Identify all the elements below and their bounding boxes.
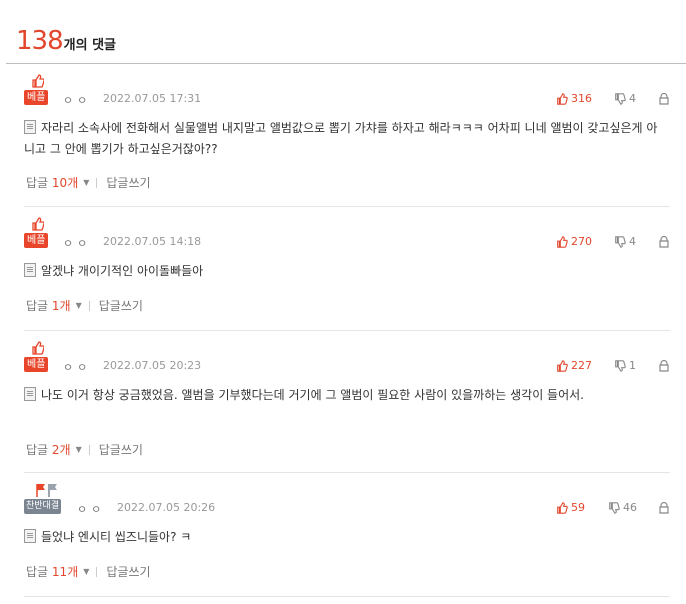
reply-toggle[interactable]: 답글 1개 [26, 297, 71, 314]
document-icon [24, 263, 36, 277]
comment-divider [24, 596, 670, 597]
like-button[interactable]: 227 [556, 359, 592, 372]
thumb-up-icon [557, 501, 568, 514]
comment-body: 알겠냐 개이기적인 아이돌빠들아 [24, 261, 664, 282]
document-icon [24, 120, 36, 134]
report-icon[interactable] [658, 93, 670, 105]
caret-down-icon[interactable]: ▼ [83, 567, 89, 576]
comment-text: 나도 이거 항상 궁금했었음. 앨범을 기부했다는데 거기에 그 앨범이 필요한… [41, 388, 584, 402]
comment-footer: 답글 10개 ▼ 답글쓰기 [26, 174, 151, 191]
red-flag-icon [36, 484, 45, 497]
reply-label: 답글 [26, 565, 49, 579]
report-icon[interactable] [658, 502, 670, 514]
comment-item: 베플 ㅇㅇ 2022.07.05 17:31 316 4 자라리 소속사에 전화… [0, 64, 686, 207]
comment-item: 찬반대결 ㅇㅇ 2022.07.05 20:26 59 46 들었냐 엔시티 씹… [0, 473, 686, 597]
dislike-button[interactable]: 46 [608, 501, 637, 514]
reply-toggle[interactable]: 답글 11개 [26, 563, 78, 580]
like-count: 316 [571, 92, 592, 105]
badge-label: 찬반대결 [24, 499, 62, 514]
write-reply-link[interactable]: 답글쓰기 [99, 297, 143, 314]
badge-label: 베플 [24, 233, 49, 248]
dislike-count: 4 [629, 92, 636, 105]
nickname[interactable]: ㅇㅇ [77, 501, 105, 517]
footer-separator [96, 566, 98, 577]
nickname[interactable]: ㅇㅇ [63, 359, 91, 375]
best-badge: 베플 [24, 74, 54, 106]
thumb-up-icon [32, 217, 44, 231]
report-icon[interactable] [658, 236, 670, 248]
comment-item: 베플 ㅇㅇ 2022.07.05 14:18 270 4 알겠냐 개이기적인 아… [0, 207, 686, 331]
write-reply-link[interactable]: 답글쓰기 [99, 441, 143, 458]
reply-count: 11개 [51, 565, 79, 579]
comment-body: 나도 이거 항상 궁금했었음. 앨범을 기부했다는데 거기에 그 앨범이 필요한… [24, 385, 664, 406]
footer-separator [88, 300, 90, 311]
comment-text: 들었냐 엔시티 씹즈니들아? ㅋ [41, 530, 192, 544]
reply-label: 답글 [26, 443, 49, 457]
comment-date: 2022.07.05 20:23 [103, 359, 202, 372]
comment-footer: 답글 11개 ▼ 답글쓰기 [26, 563, 151, 580]
caret-down-icon[interactable]: ▼ [76, 445, 82, 454]
reply-label: 답글 [26, 176, 49, 190]
dislike-button[interactable]: 1 [614, 359, 636, 372]
reply-count: 1개 [51, 299, 71, 313]
dislike-button[interactable]: 4 [614, 235, 636, 248]
thumb-down-icon [615, 235, 626, 248]
like-count: 59 [571, 501, 585, 514]
comment-footer: 답글 2개 ▼ 답글쓰기 [26, 441, 143, 458]
badge-label: 베플 [24, 90, 49, 105]
reply-toggle[interactable]: 답글 10개 [26, 174, 78, 191]
reply-count: 2개 [51, 443, 71, 457]
report-icon[interactable] [658, 360, 670, 372]
footer-separator [96, 177, 98, 188]
best-badge: 베플 [24, 341, 54, 373]
comment-count-suffix: 개의 댓글 [63, 38, 117, 53]
comment-count-header: 138 개의 댓글 [16, 26, 116, 60]
comment-text: 알겠냐 개이기적인 아이돌빠들아 [41, 264, 204, 278]
thumb-up-icon [557, 92, 568, 105]
comment-list: 베플 ㅇㅇ 2022.07.05 17:31 316 4 자라리 소속사에 전화… [0, 64, 686, 597]
like-button[interactable]: 270 [556, 235, 592, 248]
reply-label: 답글 [26, 299, 49, 313]
dislike-count: 4 [629, 235, 636, 248]
like-count: 227 [571, 359, 592, 372]
comment-date: 2022.07.05 14:18 [103, 235, 202, 248]
write-reply-link[interactable]: 답글쓰기 [106, 174, 150, 191]
comment-count: 138 [16, 26, 64, 56]
badge-label: 베플 [24, 357, 49, 372]
like-button[interactable]: 316 [556, 92, 592, 105]
footer-separator [88, 444, 90, 455]
document-icon [24, 387, 36, 401]
thumb-up-icon [557, 235, 568, 248]
caret-down-icon[interactable]: ▼ [83, 178, 89, 187]
comment-date: 2022.07.05 17:31 [103, 92, 202, 105]
thumb-down-icon [615, 92, 626, 105]
dislike-button[interactable]: 4 [614, 92, 636, 105]
like-button[interactable]: 59 [556, 501, 585, 514]
reply-toggle[interactable]: 답글 2개 [26, 441, 71, 458]
like-count: 270 [571, 235, 592, 248]
best-badge: 베플 [24, 217, 54, 249]
versus-badge: 찬반대결 [24, 483, 70, 515]
dislike-count: 46 [623, 501, 637, 514]
thumb-up-icon [32, 341, 44, 355]
thumb-up-icon [557, 359, 568, 372]
thumb-down-icon [609, 501, 620, 514]
write-reply-link[interactable]: 답글쓰기 [106, 563, 150, 580]
dislike-count: 1 [629, 359, 636, 372]
gray-flag-icon [48, 484, 57, 497]
reply-count: 10개 [51, 176, 79, 190]
comment-date: 2022.07.05 20:26 [117, 501, 216, 514]
comment-item: 베플 ㅇㅇ 2022.07.05 20:23 227 1 나도 이거 항상 궁금… [0, 331, 686, 473]
nickname[interactable]: ㅇㅇ [63, 92, 91, 108]
thumb-up-icon [32, 74, 44, 88]
nickname[interactable]: ㅇㅇ [63, 235, 91, 251]
comment-body: 들었냐 엔시티 씹즈니들아? ㅋ [24, 527, 664, 548]
thumb-down-icon [615, 359, 626, 372]
document-icon [24, 529, 36, 543]
caret-down-icon[interactable]: ▼ [76, 301, 82, 310]
comment-text: 자라리 소속사에 전화해서 실물앨범 내지말고 앨범값으로 뽑기 가챠를 하자고… [24, 121, 658, 156]
comment-body: 자라리 소속사에 전화해서 실물앨범 내지말고 앨범값으로 뽑기 가챠를 하자고… [24, 118, 664, 160]
comment-footer: 답글 1개 ▼ 답글쓰기 [26, 297, 143, 314]
